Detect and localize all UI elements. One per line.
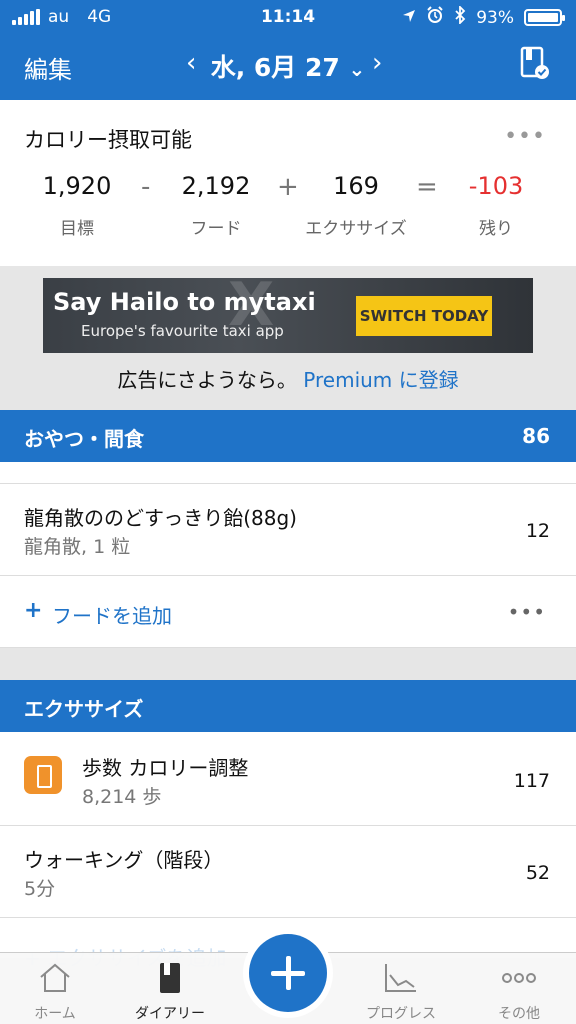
food-name: 龍角散ののどすっきり飴(88g): [24, 506, 297, 530]
ad-cta-button[interactable]: SWITCH TODAY: [356, 296, 492, 336]
exercise-section-header[interactable]: エクササイズ: [0, 680, 576, 732]
status-bar: au 4G 11:14 93%: [0, 0, 576, 34]
home-icon: [37, 961, 73, 995]
tab-diary[interactable]: ダイアリー: [115, 953, 225, 1024]
date-selector[interactable]: 水, 6月 27 ⌄: [0, 48, 576, 84]
exercise-title: エクササイズ: [24, 697, 144, 721]
diary-icon: [152, 961, 188, 995]
more-options-icon[interactable]: •••: [508, 600, 546, 624]
calories-remaining-card: カロリー摂取可能 ••• 1,920 目標 - 2,192 フード + 169 …: [0, 100, 576, 266]
exercise-entry-row[interactable]: 歩数 カロリー調整 8,214 歩 117: [0, 732, 576, 826]
tab-progress-label: プログレス: [366, 1006, 436, 1022]
snacks-title: おやつ・間食: [24, 427, 144, 451]
next-day-button[interactable]: ›: [372, 48, 382, 78]
exercise-label: エクササイズ: [305, 219, 407, 239]
exercise-entry-row[interactable]: ウォーキング（階段） 5分 52: [0, 826, 576, 918]
date-navigation: 編集 ‹ 水, 6月 27 ⌄ ›: [0, 34, 576, 100]
ad-banner[interactable]: X Say Hailo to mytaxi Europe's favourite…: [43, 278, 533, 353]
ad-headline: Say Hailo to mytaxi: [53, 288, 316, 316]
tab-diary-label: ダイアリー: [135, 1006, 205, 1022]
exercise-detail: 5分: [24, 878, 56, 900]
battery-icon: [524, 9, 565, 26]
quick-add-button[interactable]: [249, 934, 327, 1012]
goal-value: 1,920: [42, 172, 112, 200]
location-icon: [402, 8, 416, 28]
tab-more-label: その他: [498, 1006, 540, 1022]
chevron-down-icon: ⌄: [348, 57, 366, 81]
bluetooth-icon: [454, 4, 466, 29]
tab-home[interactable]: ホーム: [0, 953, 110, 1024]
remove-ads-text: 広告にさようなら。 Premium に登録: [0, 364, 576, 393]
phone-steps-icon: [24, 756, 62, 794]
tab-more[interactable]: その他: [464, 953, 574, 1024]
add-food-row[interactable]: + フードを追加 •••: [0, 576, 576, 648]
add-food-label: フードを追加: [52, 604, 172, 628]
food-value: 2,192: [181, 172, 251, 200]
exercise-name: 歩数 カロリー調整: [82, 756, 249, 780]
ad-subline: Europe's favourite taxi app: [81, 322, 284, 340]
section-spacer: [0, 462, 576, 484]
exercise-value: 169: [333, 172, 379, 200]
remaining-label: 残り: [479, 219, 513, 239]
battery-percent: 93%: [476, 7, 514, 28]
premium-link[interactable]: Premium に登録: [303, 368, 458, 392]
remove-ads-label: 広告にさようなら。: [117, 368, 297, 392]
goal-label: 目標: [60, 219, 94, 239]
snacks-total: 86: [522, 424, 550, 448]
exercise-calories: 117: [513, 770, 550, 792]
calorie-equation: 1,920 目標 - 2,192 フード + 169 エクササイズ = -103…: [0, 172, 576, 252]
food-detail: 龍角散, 1 粒: [24, 536, 131, 558]
top-bar: au 4G 11:14 93% 編集 ‹ 水, 6月 27 ⌄ ›: [0, 0, 576, 100]
date-label: 水, 6月 27: [210, 53, 340, 82]
more-options-icon[interactable]: •••: [504, 124, 546, 149]
calories-title: カロリー摂取可能: [24, 128, 192, 152]
exercise-calories: 52: [525, 862, 550, 884]
more-dots-icon: [501, 961, 537, 995]
food-entry-row[interactable]: 龍角散ののどすっきり飴(88g) 龍角散, 1 粒 12: [0, 484, 576, 576]
plus-icon: +: [24, 598, 43, 623]
remaining-value: -103: [468, 172, 524, 200]
diary-complete-icon[interactable]: [520, 46, 550, 80]
tab-progress[interactable]: プログレス: [346, 953, 456, 1024]
alarm-icon: [426, 6, 444, 29]
ad-area: X Say Hailo to mytaxi Europe's favourite…: [0, 266, 576, 410]
food-label: フード: [190, 219, 242, 239]
tab-home-label: ホーム: [34, 1006, 76, 1022]
progress-chart-icon: [383, 961, 419, 995]
exercise-name: ウォーキング（階段）: [24, 848, 224, 872]
snacks-section-header[interactable]: おやつ・間食 86: [0, 410, 576, 462]
food-calories: 12: [525, 520, 550, 542]
exercise-detail: 8,214 歩: [82, 786, 162, 808]
